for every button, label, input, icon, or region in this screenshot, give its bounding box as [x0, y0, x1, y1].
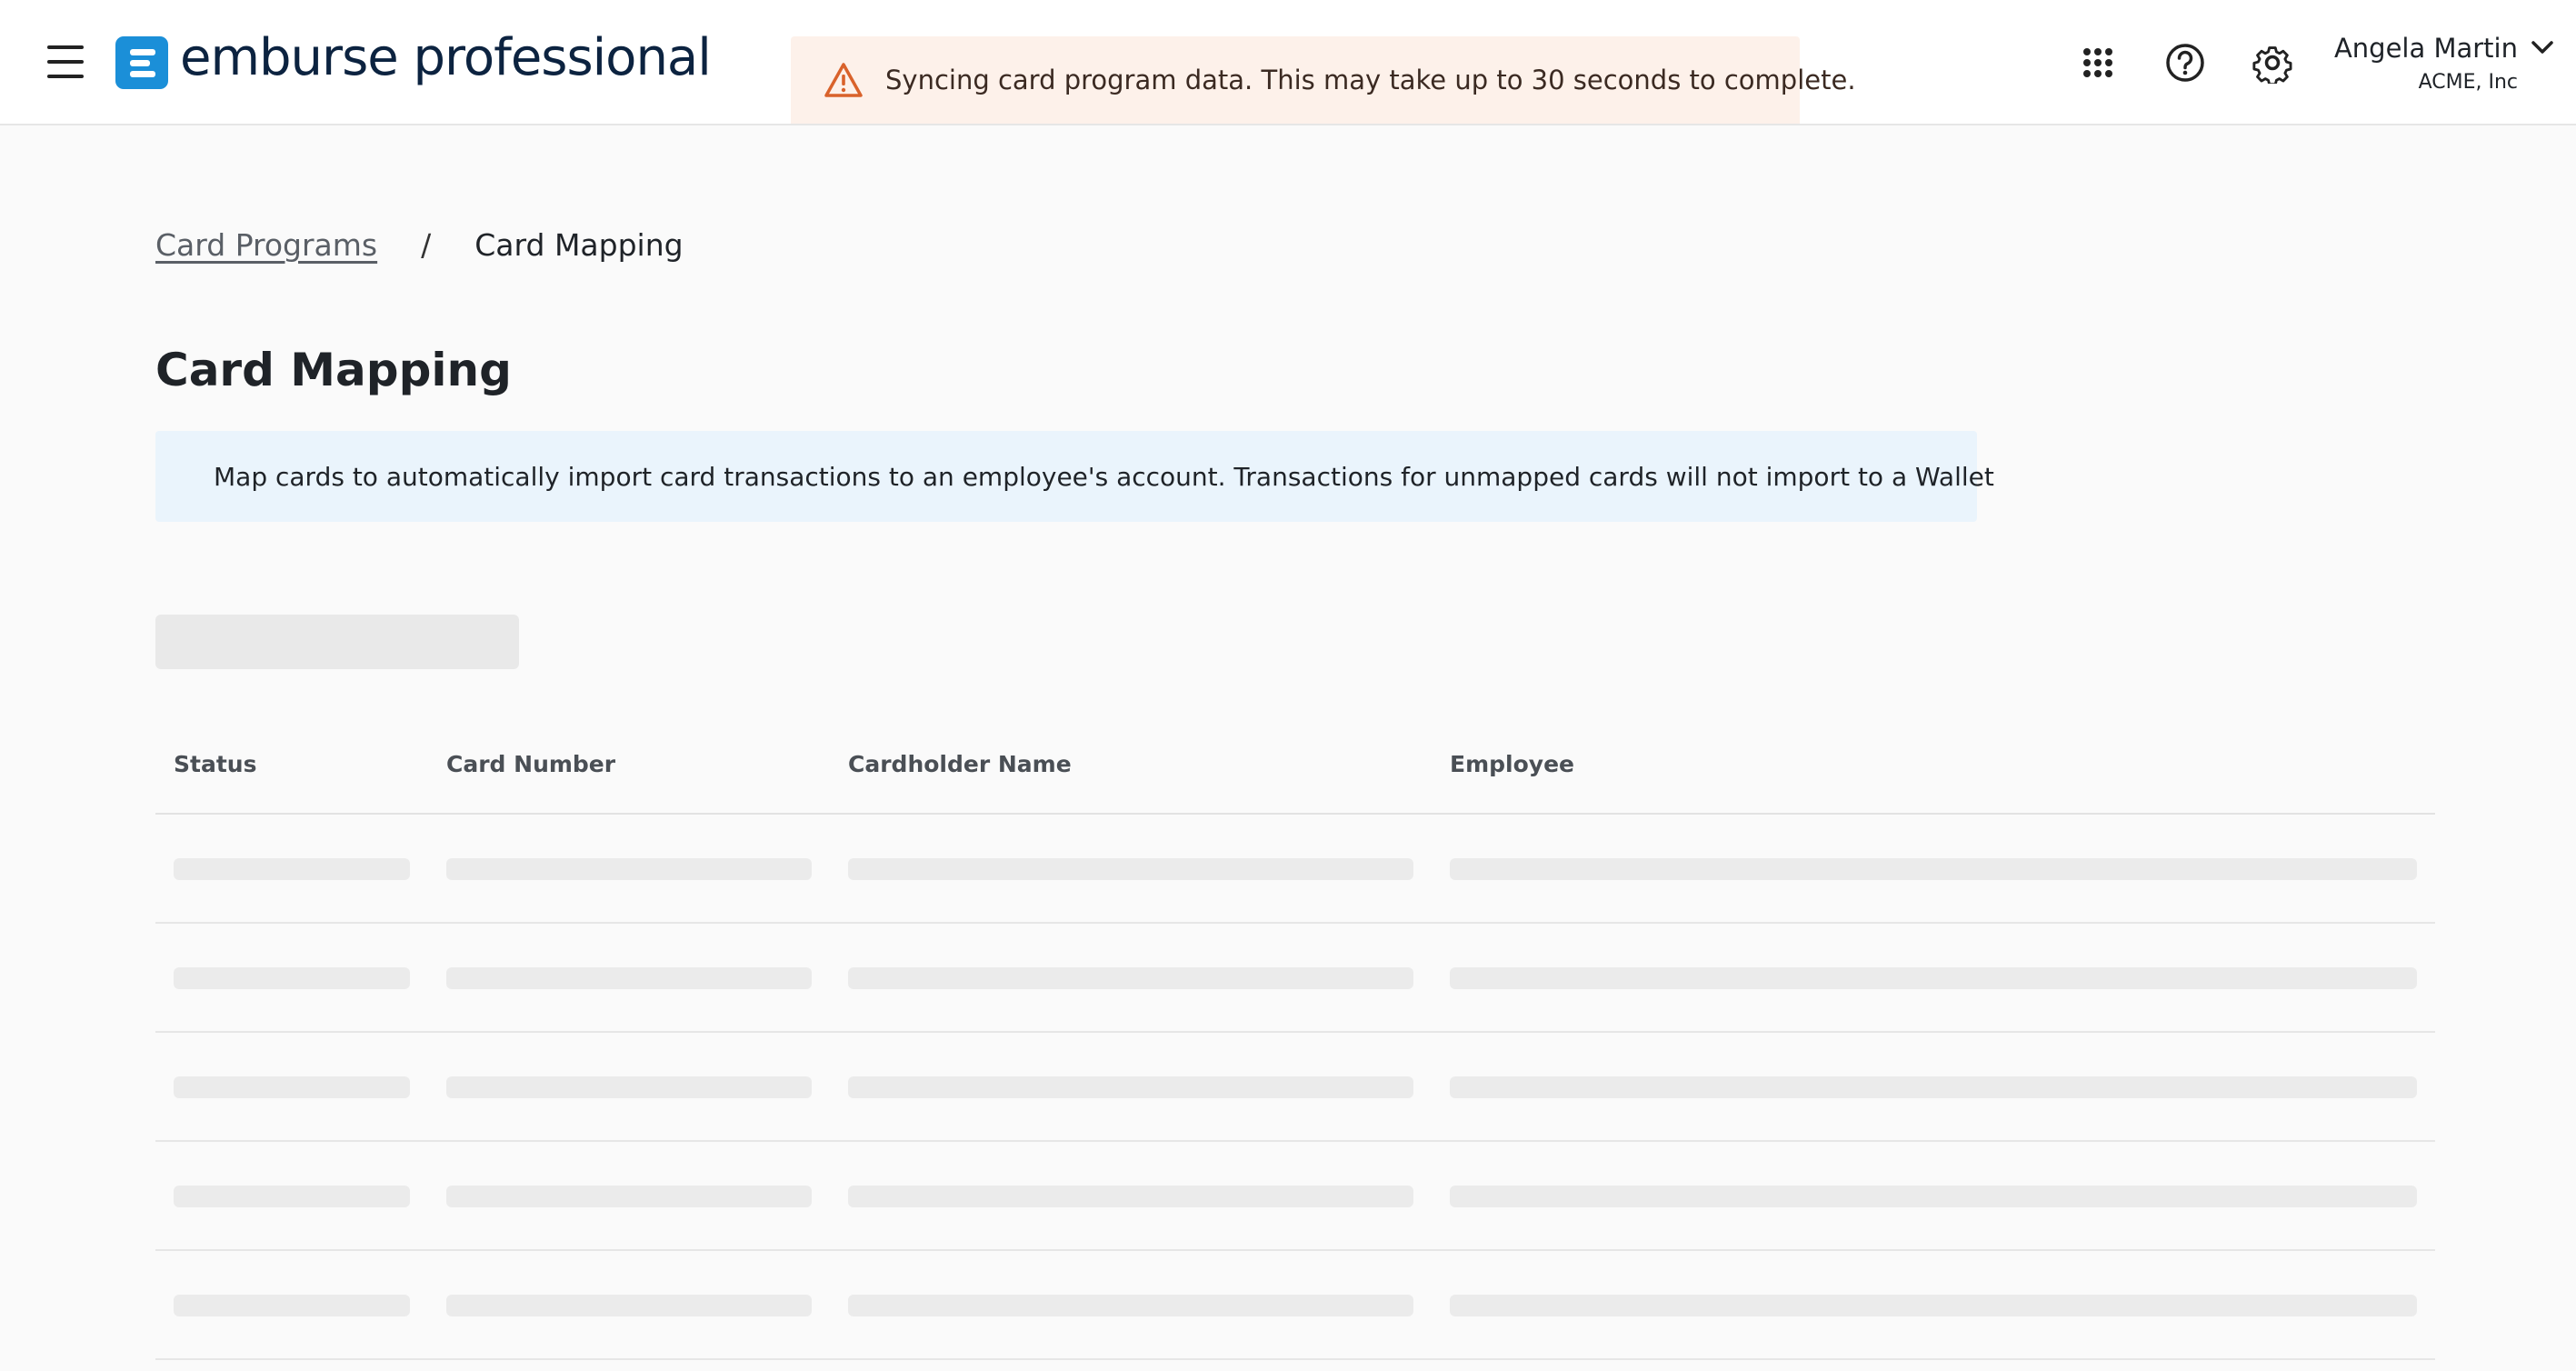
- top-bar: emburse professional Syncing card progra…: [0, 0, 2576, 125]
- skeleton-cell: [1450, 967, 2417, 989]
- column-header-cardholder-name[interactable]: Cardholder Name: [848, 751, 1072, 777]
- table-row-skeleton: [155, 924, 2435, 1033]
- user-menu[interactable]: Angela Martin ACME, Inc: [2327, 29, 2563, 102]
- user-name: Angela Martin: [2333, 33, 2518, 64]
- gear-icon[interactable]: [2250, 40, 2295, 85]
- skeleton-cell: [1450, 1076, 2417, 1098]
- breadcrumb-current: Card Mapping: [474, 227, 684, 263]
- skeleton-cell: [174, 1076, 410, 1098]
- skeleton-cell: [848, 1295, 1413, 1316]
- user-org: ACME, Inc: [2418, 71, 2518, 94]
- chevron-down-icon[interactable]: [2531, 38, 2554, 56]
- breadcrumb: Card Programs / Card Mapping: [155, 227, 684, 263]
- loading-skeleton-toolbar: [155, 615, 519, 669]
- skeleton-cell: [848, 1186, 1413, 1207]
- skeleton-cell: [1450, 858, 2417, 880]
- info-banner: Map cards to automatically import card t…: [155, 431, 1994, 522]
- skeleton-cell: [446, 1295, 812, 1316]
- column-header-employee[interactable]: Employee: [1450, 751, 1574, 777]
- skeleton-cell: [848, 1076, 1413, 1098]
- skeleton-cell: [848, 967, 1413, 989]
- breadcrumb-card-programs-link[interactable]: Card Programs: [155, 227, 377, 263]
- brand-wordmark[interactable]: emburse professional: [180, 27, 712, 89]
- skeleton-cell: [174, 1186, 410, 1207]
- column-header-card-number[interactable]: Card Number: [446, 751, 615, 777]
- table-row-skeleton: [155, 815, 2435, 924]
- warning-icon: [824, 63, 863, 97]
- skeleton-cell: [174, 1295, 410, 1316]
- skeleton-cell: [446, 858, 812, 880]
- sync-banner: Syncing card program data. This may take…: [791, 36, 1856, 124]
- skeleton-cell: [446, 1186, 812, 1207]
- skeleton-cell: [174, 858, 410, 880]
- breadcrumb-separator: /: [421, 227, 432, 263]
- help-icon[interactable]: [2162, 40, 2208, 85]
- skeleton-cell: [1450, 1295, 2417, 1316]
- column-header-status[interactable]: Status: [174, 751, 256, 777]
- skeleton-cell: [174, 967, 410, 989]
- sync-message: Syncing card program data. This may take…: [885, 65, 1856, 95]
- skeleton-cell: [1450, 1186, 2417, 1207]
- table-row-skeleton: [155, 1033, 2435, 1142]
- skeleton-cell: [446, 967, 812, 989]
- table-header: Status Card Number Cardholder Name Emplo…: [155, 735, 2435, 815]
- menu-icon[interactable]: [47, 45, 84, 78]
- card-mapping-table: Status Card Number Cardholder Name Emplo…: [155, 735, 2435, 1360]
- table-row-skeleton: [155, 1142, 2435, 1251]
- apps-grid-icon[interactable]: [2075, 40, 2121, 85]
- skeleton-cell: [848, 858, 1413, 880]
- skeleton-cell: [446, 1076, 812, 1098]
- brand-logo-icon[interactable]: [115, 36, 168, 89]
- page-title: Card Mapping: [155, 344, 512, 396]
- table-row-skeleton: [155, 1251, 2435, 1360]
- info-message: Map cards to automatically import card t…: [214, 461, 1994, 492]
